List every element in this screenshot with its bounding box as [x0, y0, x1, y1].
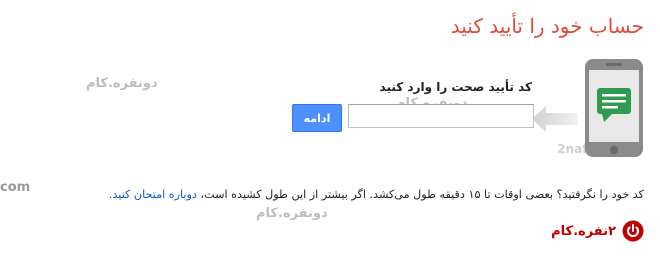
verification-code-input[interactable] — [348, 104, 534, 128]
phone-icon — [585, 59, 643, 157]
logo-text: ۲نفره.کام — [551, 223, 616, 239]
resend-note: کد خود را نگرفتید؟ بعضی اوقات تا ۱۵ دقیق… — [109, 188, 644, 201]
try-again-link[interactable]: دوباره امتحان کنید. — [109, 188, 197, 201]
resend-note-text: کد خود را نگرفتید؟ بعضی اوقات تا ۱۵ دقیق… — [196, 188, 644, 201]
watermark-text: دونفره.کام — [256, 206, 328, 221]
site-logo: ۲نفره.کام — [551, 220, 644, 242]
page-title: حساب خود را تأیید کنید — [450, 14, 644, 38]
arrow-left-icon — [532, 106, 578, 132]
watermark-text: دونفره.کام — [86, 76, 158, 91]
watermark-partial: com — [0, 180, 31, 195]
power-logo-icon — [622, 220, 644, 242]
verification-code-label: کد تأیید صحت را وارد کنید — [379, 80, 532, 94]
continue-button[interactable]: ادامه — [292, 104, 342, 132]
